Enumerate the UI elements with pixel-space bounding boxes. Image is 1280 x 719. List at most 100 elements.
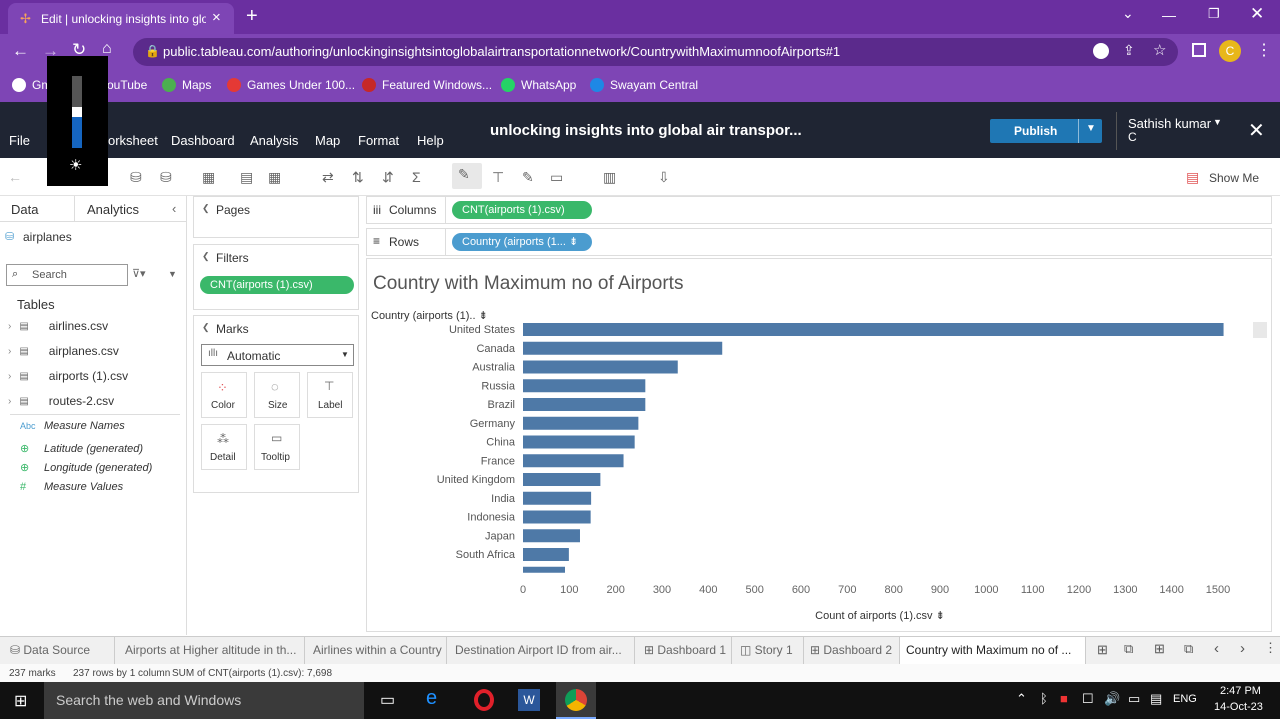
search-field[interactable]: ⌕ Search	[6, 264, 128, 286]
pause-updates-icon[interactable]: ⛁	[160, 169, 172, 186]
profile-avatar[interactable]: C	[1219, 40, 1241, 62]
tooltip-button[interactable]: ▭ Tooltip	[254, 424, 300, 470]
rows-shelf[interactable]: ≡ Rows Country (airports (1... ⇟	[366, 228, 1272, 256]
tab-data-source[interactable]: ⛁ Data Source	[0, 637, 115, 664]
highlight-icon[interactable]: ✎	[452, 163, 482, 189]
show-me-button[interactable]: Show Me	[1209, 171, 1259, 185]
scrollbar-thumb[interactable]	[1253, 322, 1267, 338]
swap-icon[interactable]: ⇄	[322, 169, 334, 186]
rows-pill[interactable]: Country (airports (1... ⇟	[452, 233, 592, 251]
tab-story[interactable]: ◫ Story 1	[734, 637, 804, 664]
bookmark-games[interactable]: Games Under 100...	[227, 78, 355, 92]
new-dashboard-icon[interactable]: ⊞	[1154, 641, 1165, 657]
tab-search-icon[interactable]: ⌄	[1122, 5, 1134, 22]
pages-card[interactable]: ❮ Pages	[193, 196, 359, 238]
tab-active-sheet[interactable]: Country with Maximum no of ...	[900, 637, 1086, 664]
field-longitude[interactable]: ⊕ Longitude (generated)	[20, 461, 152, 475]
datasource-name[interactable]: airplanes	[23, 230, 72, 244]
field-latitude[interactable]: ⊕ Latitude (generated)	[20, 442, 143, 456]
annotate-icon[interactable]: ✎	[522, 169, 534, 186]
clear-sheet-icon[interactable]: ▦	[268, 169, 281, 186]
publish-dropdown-icon[interactable]: ▼	[1086, 123, 1096, 134]
bookmark-star-icon[interactable]: ☆	[1153, 41, 1166, 59]
tab-analytics[interactable]: Analytics	[87, 202, 139, 217]
new-story-icon[interactable]: ⧉	[1184, 641, 1193, 657]
clock-date[interactable]: 14-Oct-23	[1214, 701, 1263, 713]
undo-icon[interactable]: ←	[8, 169, 22, 185]
task-view-icon[interactable]: ▭	[380, 690, 395, 710]
field-measure-names[interactable]: Abc Measure Names	[20, 420, 125, 432]
language-indicator[interactable]: ENG	[1173, 693, 1197, 705]
network-icon[interactable]: ☐	[1082, 691, 1094, 707]
clock-time[interactable]: 2:47 PM	[1220, 685, 1261, 697]
chevron-up-icon[interactable]: ⌃	[1016, 691, 1027, 707]
sidepanel-icon[interactable]	[1192, 43, 1206, 57]
notification-icon[interactable]: ▤	[1150, 691, 1162, 707]
user-name[interactable]: Sathish kumar	[1128, 116, 1211, 131]
close-editor-icon[interactable]: ✕	[1248, 118, 1265, 143]
windows-start-icon[interactable]: ⊞	[14, 691, 27, 711]
antivirus-icon[interactable]: ■	[1060, 691, 1068, 706]
table-item[interactable]: › ▤ airlines.csv	[8, 319, 108, 333]
collapse-icon[interactable]: ❮	[202, 251, 210, 262]
mark-type-select[interactable]: ıllı Automatic ▼	[201, 344, 354, 366]
presentation-icon[interactable]: ▥	[603, 169, 616, 186]
sorter-icon[interactable]: ⊞	[1097, 642, 1108, 658]
browser-tab[interactable]: ✢ Edit | unlocking insights into glo ×	[8, 3, 234, 34]
tab-dashboard[interactable]: ⊞ Dashboard 1	[638, 637, 732, 664]
filter-pill[interactable]: CNT(airports (1).csv)	[200, 276, 354, 294]
bookmark-featured-windows[interactable]: Featured Windows...	[362, 78, 492, 92]
table-item[interactable]: › ▤ airports (1).csv	[8, 369, 128, 383]
menu-kebab-icon[interactable]: ⋮	[1256, 40, 1272, 60]
word-icon[interactable]: W	[518, 689, 540, 711]
table-item[interactable]: › ▤ routes-2.csv	[8, 394, 114, 408]
duplicate-sheet-icon[interactable]: ▤	[240, 169, 253, 186]
menu-map[interactable]: Map	[315, 133, 340, 148]
google-lens-icon[interactable]	[1093, 43, 1109, 59]
chrome-taskbar-button[interactable]	[556, 682, 596, 719]
brightness-overlay[interactable]: ☀	[47, 56, 108, 186]
menu-format[interactable]: Format	[358, 133, 399, 148]
volume-icon[interactable]: 🔊	[1104, 691, 1120, 707]
field-measure-values[interactable]: # Measure Values	[20, 481, 123, 493]
detail-button[interactable]: ⁂ Detail	[201, 424, 247, 470]
workbook-title[interactable]: unlocking insights into global air trans…	[490, 122, 802, 139]
url-bar[interactable]: 🔒 public.tableau.com/authoring/unlocking…	[133, 38, 1178, 66]
tab-sheet[interactable]: Airports at Higher altitude in th...	[119, 637, 305, 664]
scroll-right-icon[interactable]: ›	[1240, 640, 1245, 657]
collapse-pane-icon[interactable]: ‹	[172, 201, 176, 216]
minimize-icon[interactable]: —	[1162, 7, 1176, 23]
size-button[interactable]: ◌ Size	[254, 372, 300, 418]
download-icon[interactable]: ⇩	[658, 169, 670, 186]
brightness-thumb[interactable]	[72, 107, 82, 117]
sort-descending-icon[interactable]: ⇵	[382, 169, 394, 186]
filters-card[interactable]: ❮ Filters CNT(airports (1).csv)	[193, 244, 359, 310]
opera-icon[interactable]	[474, 689, 494, 711]
publish-button[interactable]: Publish ▼	[990, 119, 1102, 143]
columns-shelf[interactable]: iii Columns CNT(airports (1).csv)	[366, 196, 1272, 224]
table-item[interactable]: › ▤ airplanes.csv	[8, 344, 119, 358]
color-button[interactable]: ⁘ Color	[201, 372, 247, 418]
tab-sheet[interactable]: Airlines within a Country	[307, 637, 447, 664]
labels-icon[interactable]: ⊤	[492, 169, 504, 186]
menu-dashboard[interactable]: Dashboard	[171, 133, 235, 148]
taskbar-search[interactable]: Search the web and Windows	[44, 682, 364, 719]
battery-icon[interactable]: ▭	[1128, 691, 1140, 707]
more-tabs-icon[interactable]: ⋮	[1264, 640, 1277, 656]
tab-data[interactable]: Data	[11, 202, 38, 217]
menu-help[interactable]: Help	[417, 133, 444, 148]
bookmark-swayam[interactable]: Swayam Central	[590, 78, 698, 92]
pane-menu-icon[interactable]: ▼	[168, 269, 177, 279]
bookmark-youtube[interactable]: ouTube	[107, 78, 147, 92]
tab-sheet[interactable]: Destination Airport ID from air...	[449, 637, 635, 664]
collapse-icon[interactable]: ❮	[202, 322, 210, 333]
bookmark-gmail[interactable]: Gm	[12, 78, 51, 92]
totals-icon[interactable]: Σ	[412, 169, 421, 185]
collapse-icon[interactable]: ❮	[202, 203, 210, 214]
filter-icon[interactable]: ⊽▾	[132, 267, 146, 280]
label-button[interactable]: ⊤ Label	[307, 372, 353, 418]
sort-ascending-icon[interactable]: ⇅	[352, 169, 364, 186]
bookmark-whatsapp[interactable]: WhatsApp	[501, 78, 576, 92]
fit-icon[interactable]: ▭	[550, 169, 563, 186]
new-datasource-icon[interactable]: ⛁	[130, 169, 142, 186]
